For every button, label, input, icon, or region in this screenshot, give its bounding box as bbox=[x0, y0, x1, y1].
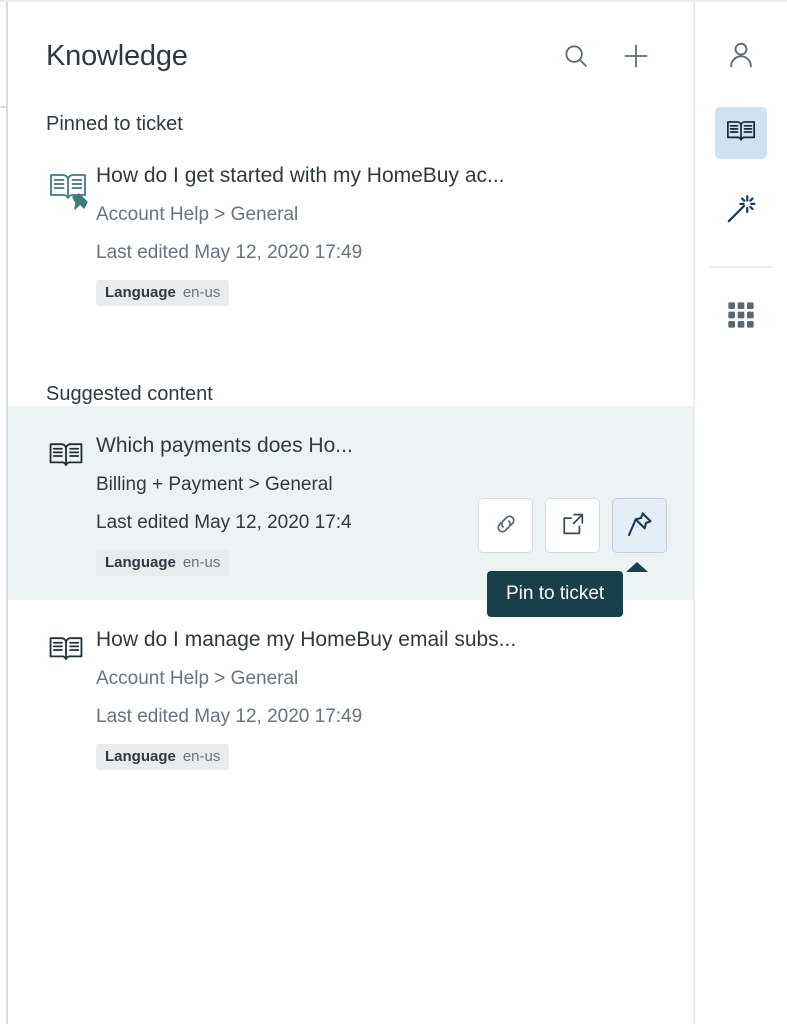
table-row[interactable]: How do I get started with my HomeBuy ac.… bbox=[8, 136, 693, 330]
article-title: How do I get started with my HomeBuy ac.… bbox=[96, 164, 505, 187]
status-badge: Language en-us bbox=[96, 280, 230, 306]
add-article-button[interactable] bbox=[619, 40, 653, 74]
header-actions bbox=[559, 40, 655, 74]
article-last-edited: Last edited May 12, 2020 17:49 bbox=[96, 706, 363, 727]
table-row[interactable]: How do I manage my HomeBuy email subs...… bbox=[8, 600, 693, 794]
search-button[interactable] bbox=[559, 40, 593, 74]
open-in-new-tab-button[interactable] bbox=[545, 498, 600, 553]
book-icon bbox=[46, 436, 86, 481]
pinned-article-list: How do I get started with my HomeBuy ac.… bbox=[8, 136, 693, 330]
magic-wand-icon bbox=[724, 192, 758, 229]
external-link-icon bbox=[559, 510, 587, 541]
article-last-edited: Last edited May 12, 2020 17:49 bbox=[96, 242, 363, 263]
right-rail bbox=[695, 2, 787, 1024]
book-icon bbox=[724, 115, 758, 152]
tooltip-text: Pin to ticket bbox=[506, 583, 605, 604]
row-icon bbox=[46, 432, 96, 481]
rail-divider bbox=[710, 266, 772, 268]
row-icon bbox=[46, 626, 96, 675]
status-badge: Language en-us bbox=[96, 550, 230, 576]
page-title: Knowledge bbox=[46, 40, 188, 73]
language-label: Language bbox=[105, 748, 176, 765]
customer-context-button[interactable] bbox=[715, 30, 767, 82]
row-body: How do I get started with my HomeBuy ac.… bbox=[96, 162, 677, 306]
knowledge-app-root: Knowledge Pinned to ticket How do I get … bbox=[0, 0, 787, 1024]
language-label: Language bbox=[105, 554, 176, 571]
gutter-divider bbox=[0, 106, 8, 108]
row-action-buttons bbox=[478, 498, 667, 553]
suggestions-button[interactable] bbox=[715, 184, 767, 236]
row-icon bbox=[46, 162, 96, 215]
tooltip: Pin to ticket bbox=[487, 562, 648, 617]
plus-icon bbox=[621, 41, 651, 74]
copy-link-button[interactable] bbox=[478, 498, 533, 553]
pin-icon bbox=[625, 509, 655, 542]
row-body: How do I manage my HomeBuy email subs...… bbox=[96, 626, 677, 770]
book-pinned-icon bbox=[46, 166, 90, 215]
apps-grid-icon bbox=[725, 299, 757, 334]
link-icon bbox=[492, 510, 520, 541]
status-badge: Language en-us bbox=[96, 744, 230, 770]
knowledge-panel: Knowledge Pinned to ticket How do I get … bbox=[8, 2, 695, 1024]
article-title: Which payments does Ho... bbox=[96, 434, 353, 457]
book-icon bbox=[46, 630, 86, 675]
language-value: en-us bbox=[182, 284, 221, 301]
left-gutter bbox=[0, 2, 8, 1024]
language-value: en-us bbox=[182, 554, 221, 571]
panel-header: Knowledge bbox=[8, 2, 693, 74]
pinned-section-heading: Pinned to ticket bbox=[46, 113, 183, 135]
article-path: Billing + Payment > General bbox=[96, 474, 333, 495]
article-path: Account Help > General bbox=[96, 668, 299, 689]
pin-to-ticket-button[interactable] bbox=[612, 498, 667, 553]
article-path: Account Help > General bbox=[96, 204, 299, 225]
knowledge-button[interactable] bbox=[715, 107, 767, 159]
suggested-section-heading: Suggested content bbox=[46, 383, 213, 405]
language-label: Language bbox=[105, 284, 176, 301]
search-icon bbox=[561, 41, 591, 74]
user-icon bbox=[725, 39, 757, 74]
article-title: How do I manage my HomeBuy email subs... bbox=[96, 628, 517, 651]
tooltip-arrow bbox=[626, 562, 648, 572]
apps-button[interactable] bbox=[715, 290, 767, 342]
language-value: en-us bbox=[182, 748, 221, 765]
